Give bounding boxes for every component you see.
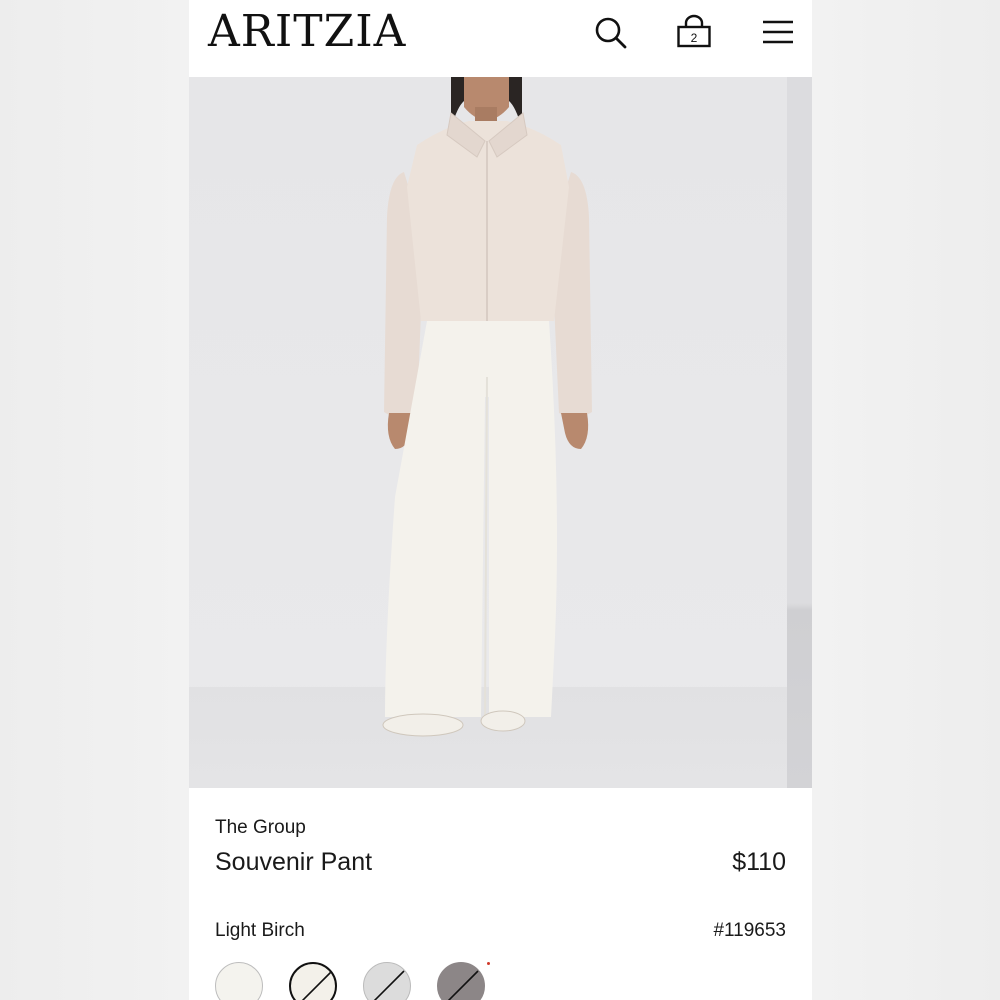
hamburger-menu-icon[interactable] (759, 14, 797, 52)
swatch-indicator-dot (487, 962, 490, 965)
selected-color-name: Light Birch (215, 920, 305, 941)
site-header: ARITZIA 2 (189, 0, 812, 77)
color-swatch-unavailable[interactable] (289, 962, 337, 1000)
product-sku: #119653 (713, 920, 786, 941)
background-left (0, 0, 189, 1000)
color-swatch-unavailable[interactable] (437, 962, 485, 1000)
model-figure (382, 77, 592, 737)
search-icon[interactable] (592, 14, 630, 52)
shopping-bag-icon[interactable]: 2 (675, 14, 713, 52)
bag-count-badge: 2 (690, 31, 698, 45)
product-price: $110 (732, 848, 786, 876)
color-swatch-unavailable[interactable] (363, 962, 411, 1000)
product-brand[interactable]: The Group (215, 817, 306, 839)
background-right (812, 0, 1000, 1000)
next-image-peek[interactable] (787, 77, 812, 788)
product-page: ARITZIA 2 The Group Souvenir Pant $110 L… (189, 0, 812, 1000)
aritzia-logo[interactable]: ARITZIA (208, 6, 406, 58)
product-name: Souvenir Pant (215, 848, 373, 876)
product-image[interactable] (189, 77, 787, 788)
color-swatch-light-birch[interactable] (215, 962, 263, 1000)
